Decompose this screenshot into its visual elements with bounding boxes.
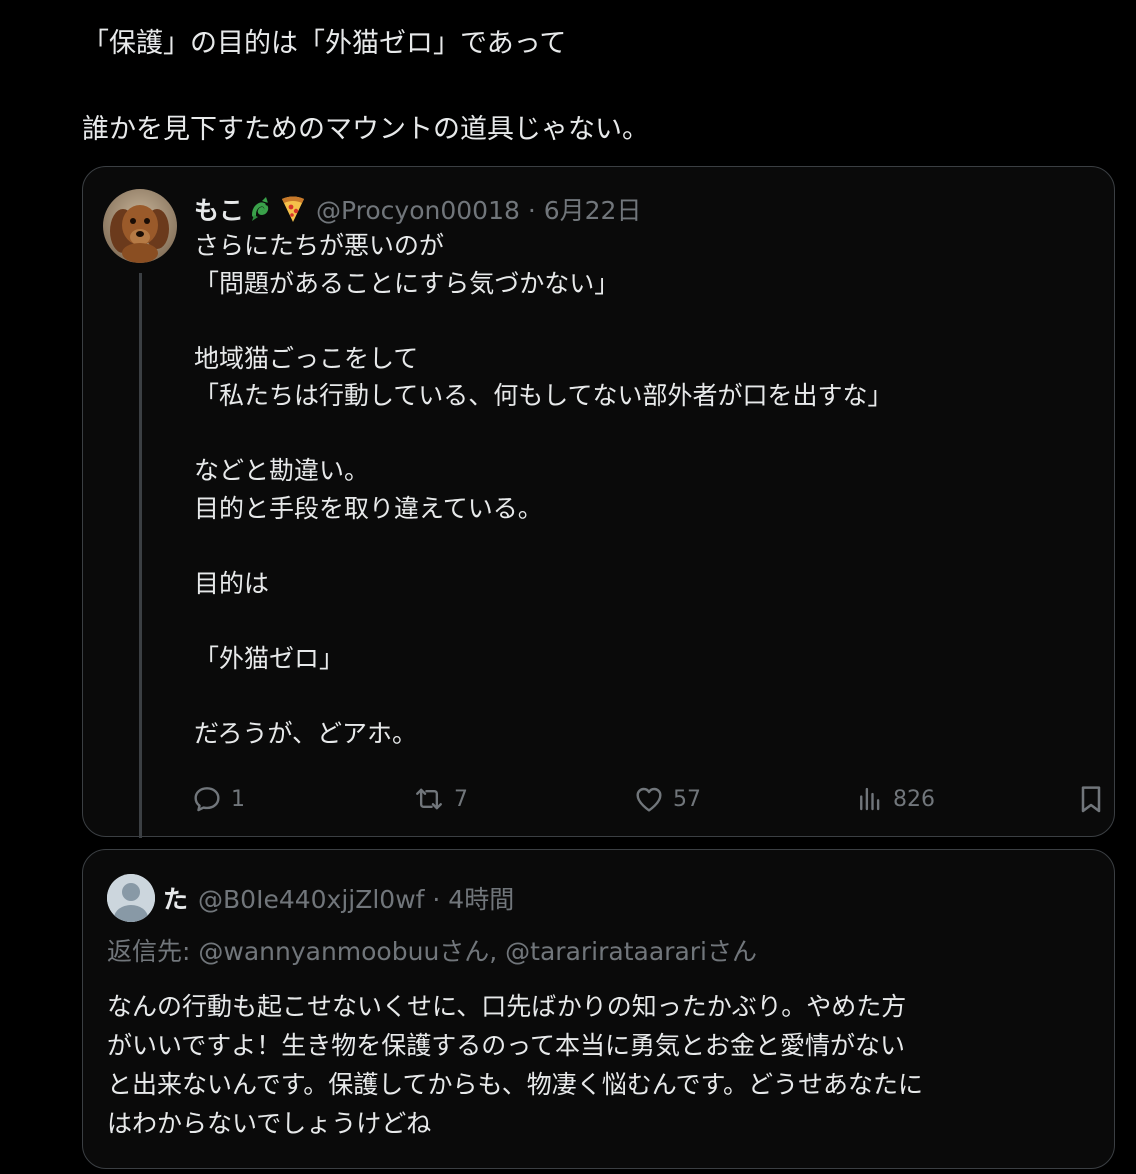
default-profile-icon bbox=[107, 874, 155, 922]
repost-button[interactable]: 7 bbox=[412, 779, 468, 819]
reply-author-name[interactable]: た bbox=[163, 880, 188, 916]
avatar[interactable] bbox=[107, 874, 155, 922]
thread-line bbox=[139, 273, 142, 838]
bookmark-button[interactable] bbox=[1075, 779, 1107, 819]
repost-count: 7 bbox=[454, 786, 468, 812]
quoted-line: 「問題があることにすら気づかない」 bbox=[194, 268, 620, 298]
quoted-line-blank bbox=[194, 602, 1094, 640]
quoted-line-blank bbox=[194, 677, 1094, 715]
reply-button[interactable]: 1 bbox=[191, 779, 245, 819]
quoted-line: だろうが、どアホ。 bbox=[194, 718, 418, 748]
post-line-blank bbox=[82, 65, 1082, 108]
quoted-post-card[interactable]: もこ @Procyon00018 · 6月22日 さらにたちが悪いのが 「問題が… bbox=[82, 166, 1115, 838]
post-line: 「保護」の目的は「外猫ゼロ」であって bbox=[82, 28, 567, 59]
action-bar: 1 7 57 826 bbox=[191, 779, 1106, 819]
reply-post-text: なんの行動も起こせないくせに、口先ばかりの知ったかぶり。やめた方 がいいですよ！… bbox=[107, 987, 1097, 1143]
reply-line: はわからないでしょうけどね bbox=[107, 1109, 432, 1138]
reply-icon bbox=[194, 787, 220, 812]
quoted-line: などと勘違い。 bbox=[194, 456, 370, 485]
quoted-post-header: もこ @Procyon00018 · 6月22日 bbox=[194, 191, 641, 227]
quoted-line: 「外猫ゼロ」 bbox=[194, 643, 345, 673]
quoted-line-blank bbox=[194, 527, 1094, 565]
like-icon bbox=[636, 787, 662, 812]
replying-to[interactable]: 返信先: @wannyanmoobuuさん, @tararirataarariさ… bbox=[107, 932, 757, 968]
quoted-author-name[interactable]: もこ bbox=[194, 191, 244, 227]
reply-line: と出来ないんです。保護してからも、物凄く悩むんです。どうせあなたに bbox=[107, 1070, 924, 1099]
dog-avatar-image bbox=[103, 189, 177, 263]
quoted-line-blank bbox=[194, 302, 1094, 340]
reply-line: がいいですよ！生き物を保護するのって本当に勇気とお金と愛情がない bbox=[107, 1031, 906, 1060]
quoted-line-blank bbox=[194, 415, 1094, 453]
reply-post-header: た @B0Ie440xjjZl0wf · 4時間 bbox=[163, 880, 514, 916]
post-line: 誰かを見下すためのマウントの道具じゃない。 bbox=[82, 114, 649, 145]
quoted-line: 目的は bbox=[194, 568, 270, 598]
views-button[interactable]: 826 bbox=[855, 779, 935, 819]
dragon-emoji-icon bbox=[248, 195, 276, 223]
repost-icon bbox=[416, 788, 442, 810]
quoted-handle-time[interactable]: @Procyon00018 · 6月22日 bbox=[316, 191, 641, 227]
reply-line: なんの行動も起こせないくせに、口先ばかりの知ったかぶり。やめた方 bbox=[107, 992, 907, 1021]
quoted-post-text: さらにたちが悪いのが 「問題があることにすら気づかない」 地域猫ごっこをして 「… bbox=[194, 227, 1094, 752]
quoted-line: さらにたちが悪いのが bbox=[194, 231, 445, 260]
like-count: 57 bbox=[673, 786, 701, 812]
reply-handle-time[interactable]: @B0Ie440xjjZl0wf · 4時間 bbox=[198, 880, 514, 916]
view-count: 826 bbox=[893, 786, 935, 812]
quoted-line: 目的と手段を取り違えている。 bbox=[194, 493, 543, 523]
post-text: 「保護」の目的は「外猫ゼロ」であって 誰かを見下すためのマウントの道具じゃない。 bbox=[82, 22, 1082, 151]
avatar[interactable] bbox=[103, 189, 177, 263]
quoted-line: 地域猫ごっこをして bbox=[194, 343, 419, 373]
reply-count: 1 bbox=[231, 786, 245, 812]
views-icon bbox=[860, 787, 880, 811]
bookmark-icon bbox=[1081, 786, 1101, 813]
reply-post-card[interactable]: た @B0Ie440xjjZl0wf · 4時間 返信先: @wannyanmo… bbox=[82, 849, 1115, 1169]
quoted-line: 「私たちは行動している、何もしてない部外者が口を出すな」 bbox=[194, 381, 893, 410]
pizza-emoji-icon bbox=[280, 195, 306, 223]
like-button[interactable]: 57 bbox=[633, 779, 701, 819]
